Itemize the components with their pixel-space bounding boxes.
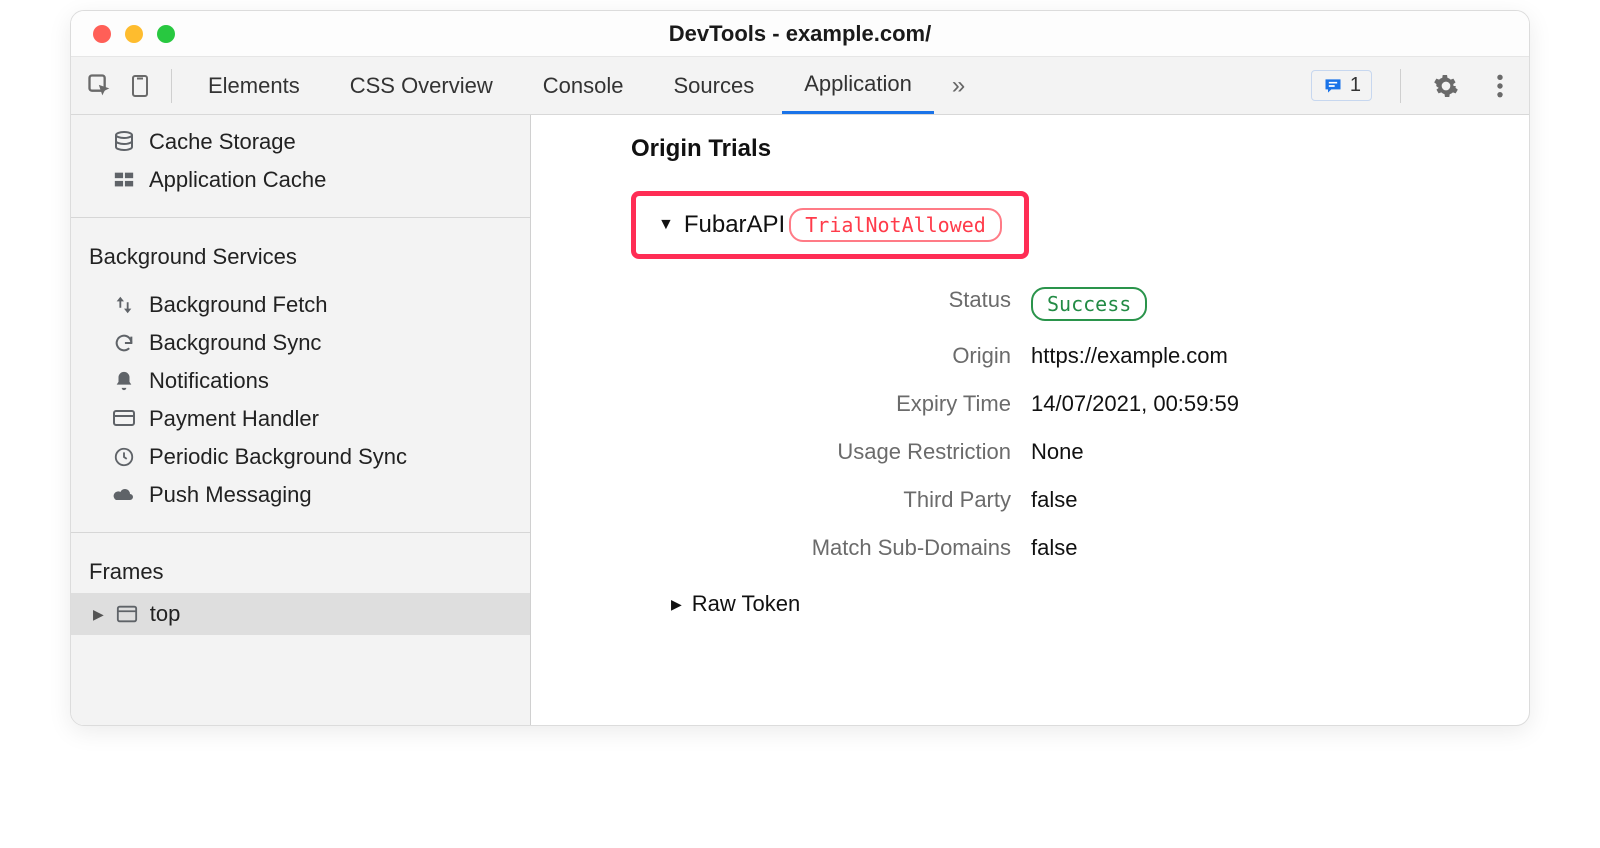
trial-row-highlight: ▼ FubarAPI TrialNotAllowed bbox=[631, 191, 1029, 259]
divider bbox=[1400, 69, 1401, 103]
devtools-window: DevTools - example.com/ Elements CSS Ove… bbox=[70, 10, 1530, 726]
chevron-right-icon: ▶ bbox=[671, 596, 682, 613]
sidebar-item-application-cache[interactable]: Application Cache bbox=[71, 161, 530, 199]
detail-value-usage: None bbox=[1031, 439, 1499, 465]
tab-console[interactable]: Console bbox=[521, 57, 646, 114]
detail-label-match-sub: Match Sub-Domains bbox=[711, 535, 1011, 561]
tab-elements[interactable]: Elements bbox=[186, 57, 322, 114]
tab-sources[interactable]: Sources bbox=[651, 57, 776, 114]
chevron-down-icon[interactable]: ▼ bbox=[658, 216, 674, 234]
sidebar-item-label: Payment Handler bbox=[149, 406, 319, 432]
sidebar-item-payment-handler[interactable]: Payment Handler bbox=[71, 400, 530, 438]
detail-label-status: Status bbox=[711, 287, 1011, 321]
trial-name: FubarAPI bbox=[684, 211, 785, 239]
tab-css-overview[interactable]: CSS Overview bbox=[328, 57, 515, 114]
message-icon bbox=[1322, 76, 1344, 96]
updown-arrows-icon bbox=[111, 292, 137, 318]
messages-count: 1 bbox=[1350, 74, 1361, 97]
sidebar-item-cache-storage[interactable]: Cache Storage bbox=[71, 123, 530, 161]
detail-value-origin: https://example.com bbox=[1031, 343, 1499, 369]
database-icon bbox=[111, 129, 137, 155]
section-title: Origin Trials bbox=[631, 135, 1499, 163]
detail-label-usage: Usage Restriction bbox=[711, 439, 1011, 465]
device-toolbar-icon[interactable] bbox=[123, 69, 157, 103]
divider bbox=[171, 69, 172, 103]
divider bbox=[71, 217, 530, 218]
sidebar: Cache Storage Application Cache Backgrou… bbox=[71, 115, 531, 725]
cache-group: Cache Storage Application Cache bbox=[71, 115, 530, 207]
close-window-button[interactable] bbox=[93, 25, 111, 43]
raw-token-label: Raw Token bbox=[692, 591, 800, 617]
clock-icon bbox=[111, 444, 137, 470]
detail-value-match-sub: false bbox=[1031, 535, 1499, 561]
sidebar-item-push-messaging[interactable]: Push Messaging bbox=[71, 476, 530, 514]
grid-icon bbox=[111, 167, 137, 193]
sync-icon bbox=[111, 330, 137, 356]
sidebar-item-notifications[interactable]: Notifications bbox=[71, 362, 530, 400]
detail-value-expiry: 14/07/2021, 00:59:59 bbox=[1031, 391, 1499, 417]
tab-bar: Elements CSS Overview Console Sources Ap… bbox=[71, 57, 1529, 115]
main-panel: Origin Trials ▼ FubarAPI TrialNotAllowed… bbox=[531, 115, 1529, 725]
trial-details: Status Success Origin https://example.co… bbox=[711, 287, 1499, 561]
sidebar-item-label: Background Fetch bbox=[149, 292, 328, 318]
cloud-icon bbox=[111, 482, 137, 508]
sidebar-item-label: Application Cache bbox=[149, 167, 326, 193]
trial-status-badge: TrialNotAllowed bbox=[789, 208, 1002, 242]
window-icon bbox=[114, 601, 140, 627]
detail-value-third-party: false bbox=[1031, 487, 1499, 513]
sidebar-item-label: Notifications bbox=[149, 368, 269, 394]
more-tabs-button[interactable]: » bbox=[940, 72, 977, 100]
tab-application[interactable]: Application bbox=[782, 57, 934, 114]
sidebar-item-label: Cache Storage bbox=[149, 129, 296, 155]
maximize-window-button[interactable] bbox=[157, 25, 175, 43]
window-title: DevTools - example.com/ bbox=[71, 21, 1529, 47]
chevron-right-icon: ▶ bbox=[93, 606, 104, 623]
raw-token-row[interactable]: ▶ Raw Token bbox=[671, 591, 1499, 617]
kebab-menu-icon[interactable] bbox=[1483, 69, 1517, 103]
traffic-lights bbox=[71, 25, 175, 43]
card-icon bbox=[111, 406, 137, 432]
background-services-group: Background Fetch Background Sync Notific… bbox=[71, 278, 530, 522]
sidebar-item-label: top bbox=[150, 601, 181, 627]
sidebar-heading-frames: Frames bbox=[71, 543, 530, 593]
sidebar-item-frame-top[interactable]: ▶ top bbox=[71, 593, 530, 635]
sidebar-item-label: Periodic Background Sync bbox=[149, 444, 407, 470]
sidebar-heading-background-services: Background Services bbox=[71, 228, 530, 278]
sidebar-item-background-fetch[interactable]: Background Fetch bbox=[71, 286, 530, 324]
detail-label-third-party: Third Party bbox=[711, 487, 1011, 513]
sidebar-item-periodic-background-sync[interactable]: Periodic Background Sync bbox=[71, 438, 530, 476]
detail-label-origin: Origin bbox=[711, 343, 1011, 369]
content-area: Cache Storage Application Cache Backgrou… bbox=[71, 115, 1529, 725]
bell-icon bbox=[111, 368, 137, 394]
messages-badge[interactable]: 1 bbox=[1311, 70, 1372, 101]
gear-icon[interactable] bbox=[1429, 69, 1463, 103]
detail-value-status: Success bbox=[1031, 287, 1499, 321]
sidebar-item-label: Background Sync bbox=[149, 330, 321, 356]
titlebar: DevTools - example.com/ bbox=[71, 11, 1529, 57]
divider bbox=[71, 532, 530, 533]
detail-label-expiry: Expiry Time bbox=[711, 391, 1011, 417]
sidebar-item-background-sync[interactable]: Background Sync bbox=[71, 324, 530, 362]
sidebar-item-label: Push Messaging bbox=[149, 482, 312, 508]
inspect-element-icon[interactable] bbox=[83, 69, 117, 103]
status-badge: Success bbox=[1031, 287, 1147, 321]
minimize-window-button[interactable] bbox=[125, 25, 143, 43]
